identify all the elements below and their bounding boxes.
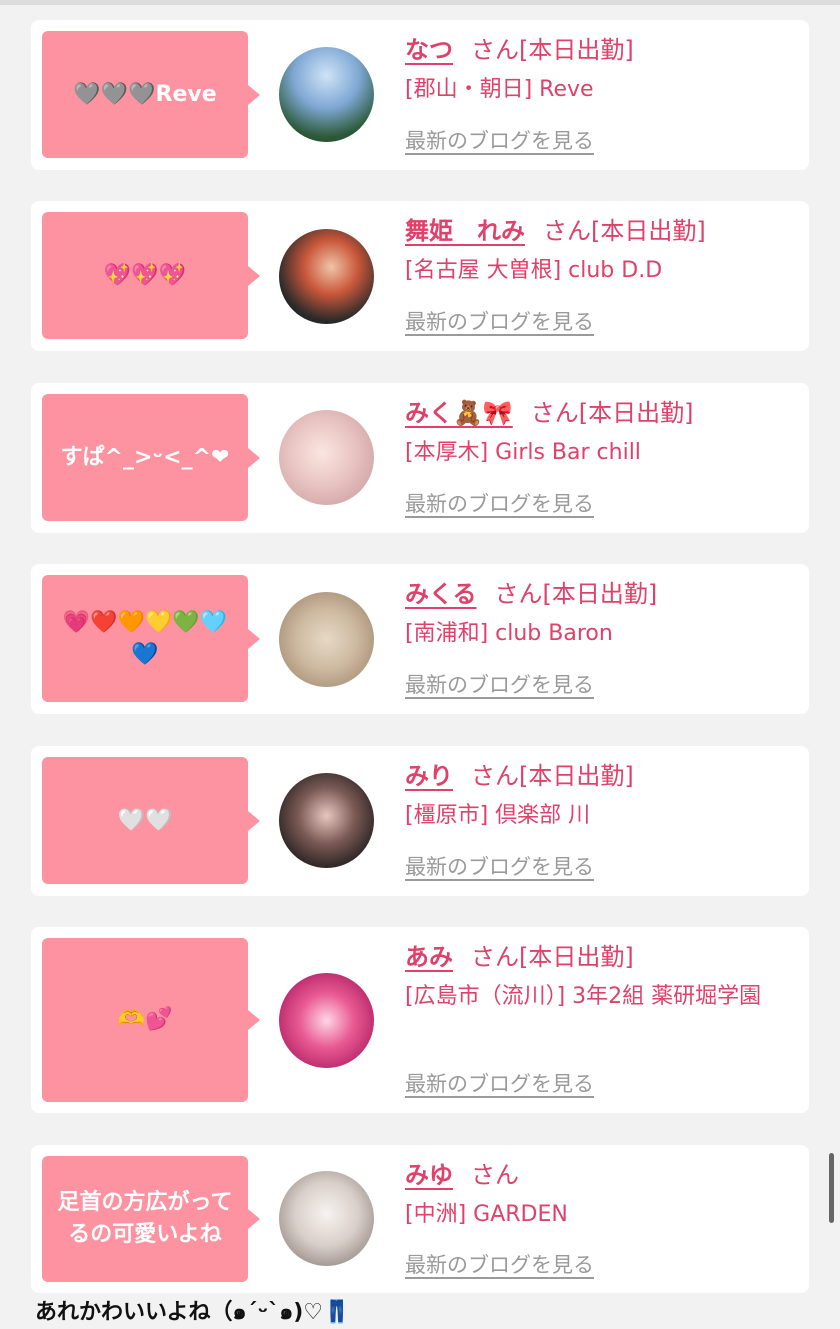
- cast-card[interactable]: 🩶🩶🩶Reve なつ さん[本日出勤] [郡山・朝日] Reve 最新のブログを見…: [31, 20, 809, 170]
- shop-location: [南浦和] club Baron: [405, 621, 613, 646]
- shop-location: [橿原市] 倶楽部 川: [405, 803, 591, 828]
- name-line: みゆ さん: [405, 1157, 789, 1193]
- avatar[interactable]: [279, 229, 374, 324]
- comment-text: 🤍🤍: [117, 807, 173, 833]
- name-line: みくる さん[本日出勤]: [405, 576, 789, 612]
- avatar[interactable]: [279, 592, 374, 687]
- cast-card[interactable]: 🫶💕 あみ さん[本日出勤] [広島市（流川）] 3年2組 薬研堀学園 最新のブロ…: [31, 927, 809, 1113]
- cast-card[interactable]: 足首の方広がってるの可愛いよね みゆ さん [中洲] GARDEN 最新のブログを…: [31, 1145, 809, 1293]
- cast-card[interactable]: 💖💖💖 舞姫 れみ さん[本日出勤] [名古屋 大曽根] club D.D 最新の…: [31, 201, 809, 351]
- blog-link[interactable]: 最新のブログを見る: [405, 1069, 594, 1099]
- status-text: さん[本日出勤]: [471, 36, 634, 64]
- comment-bubble: 🤍🤍: [42, 757, 260, 884]
- cast-info: みり さん[本日出勤] [橿原市] 倶楽部 川 最新のブログを見る: [405, 758, 789, 888]
- status-text: さん[本日出勤]: [530, 399, 694, 427]
- cast-name-link[interactable]: みゆ: [405, 1161, 453, 1189]
- comment-text: 💗❤️🧡💛💚🩵💙: [62, 609, 228, 667]
- shop-location: [名古屋 大曽根] club D.D: [405, 258, 663, 283]
- comment-bubble: 💗❤️🧡💛💚🩵💙: [42, 575, 260, 702]
- comment-bubble: すぱ^_>ᵕ<_^❤: [42, 394, 260, 521]
- cast-info: みく🧸🎀 さん[本日出勤] [本厚木] Girls Bar chill 最新のブロ…: [405, 395, 789, 525]
- avatar[interactable]: [279, 47, 374, 142]
- avatar[interactable]: [279, 1171, 374, 1266]
- name-line: 舞姫 れみ さん[本日出勤]: [405, 213, 789, 249]
- status-text: さん[本日出勤]: [471, 762, 634, 790]
- name-line: みく🧸🎀 さん[本日出勤]: [405, 395, 789, 431]
- shop-location: [中洲] GARDEN: [405, 1202, 568, 1227]
- cast-info: 舞姫 れみ さん[本日出勤] [名古屋 大曽根] club D.D 最新のブログを…: [405, 213, 789, 343]
- avatar[interactable]: [279, 973, 374, 1068]
- cast-info: あみ さん[本日出勤] [広島市（流川）] 3年2組 薬研堀学園 最新のブログを見…: [405, 939, 789, 1105]
- cast-card[interactable]: すぱ^_>ᵕ<_^❤ みく🧸🎀 さん[本日出勤] [本厚木] Girls Bar …: [31, 383, 809, 533]
- avatar[interactable]: [279, 773, 374, 868]
- avatar[interactable]: [279, 410, 374, 505]
- shop-location: [広島市（流川）] 3年2組 薬研堀学園: [405, 984, 762, 1009]
- blog-link[interactable]: 最新のブログを見る: [405, 1250, 594, 1280]
- name-line: あみ さん[本日出勤]: [405, 939, 789, 975]
- blog-link[interactable]: 最新のブログを見る: [405, 852, 594, 882]
- comment-bubble: 💖💖💖: [42, 212, 260, 339]
- cast-info: みゆ さん [中洲] GARDEN 最新のブログを見る: [405, 1157, 789, 1285]
- comment-text: 🫶💕: [117, 1007, 173, 1032]
- status-text: さん[本日出勤]: [543, 217, 706, 245]
- cast-name-link[interactable]: みく🧸🎀: [405, 399, 513, 427]
- name-line: みり さん[本日出勤]: [405, 758, 789, 794]
- cast-name-link[interactable]: みくる: [405, 580, 477, 608]
- shop-location: [本厚木] Girls Bar chill: [405, 440, 641, 465]
- comment-text: すぱ^_>ᵕ<_^❤: [60, 444, 230, 470]
- name-line: なつ さん[本日出勤]: [405, 32, 789, 68]
- blog-link[interactable]: 最新のブログを見る: [405, 126, 594, 156]
- cast-name-link[interactable]: なつ: [405, 36, 453, 64]
- cast-name-link[interactable]: あみ: [405, 943, 453, 971]
- status-text: さん[本日出勤]: [494, 580, 658, 608]
- cast-info: なつ さん[本日出勤] [郡山・朝日] Reve 最新のブログを見る: [405, 32, 789, 162]
- shop-location: [郡山・朝日] Reve: [405, 77, 594, 102]
- blog-link[interactable]: 最新のブログを見る: [405, 670, 594, 700]
- status-text: さん: [471, 1161, 519, 1189]
- comment-bubble: 🩶🩶🩶Reve: [42, 31, 260, 158]
- comment-text: 🩶🩶🩶Reve: [73, 81, 217, 107]
- scrollbar-thumb[interactable]: [829, 1153, 834, 1223]
- cast-card[interactable]: 💗❤️🧡💛💚🩵💙 みくる さん[本日出勤] [南浦和] club Baron 最新…: [31, 564, 809, 714]
- comment-bubble: 🫶💕: [42, 938, 260, 1102]
- blog-link[interactable]: 最新のブログを見る: [405, 307, 594, 337]
- comment-bubble: 足首の方広がってるの可愛いよね: [42, 1156, 260, 1282]
- comment-text: 足首の方広がってるの可愛いよね: [57, 1190, 233, 1247]
- cast-card[interactable]: 🤍🤍 みり さん[本日出勤] [橿原市] 倶楽部 川 最新のブログを見る: [31, 746, 809, 896]
- cast-info: みくる さん[本日出勤] [南浦和] club Baron 最新のブログを見る: [405, 576, 789, 706]
- status-text: さん[本日出勤]: [471, 943, 634, 971]
- top-edge: [0, 0, 840, 5]
- cast-name-link[interactable]: 舞姫 れみ: [405, 217, 525, 245]
- cast-name-link[interactable]: みり: [405, 762, 453, 790]
- comment-text: 💖💖💖: [103, 262, 187, 288]
- blog-link[interactable]: 最新のブログを見る: [405, 489, 594, 519]
